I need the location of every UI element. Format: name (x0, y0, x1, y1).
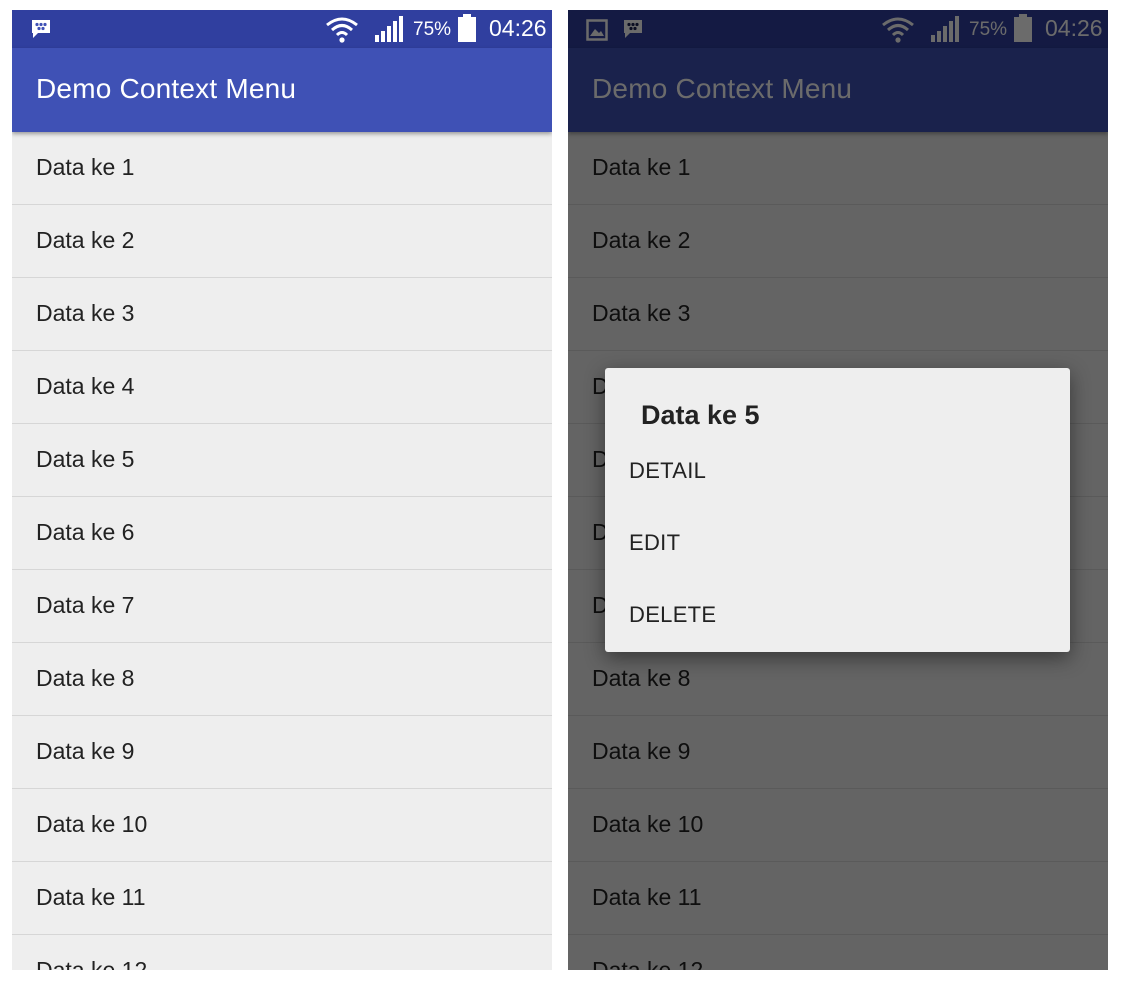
list-item[interactable]: Data ke 11 (12, 862, 552, 935)
list-item-label: Data ke 11 (36, 884, 146, 910)
context-menu-title: Data ke 5 (641, 400, 760, 430)
wifi-icon (326, 17, 358, 43)
list-item-label: Data ke 6 (36, 519, 135, 545)
list-item-label: Data ke 5 (36, 446, 135, 472)
context-menu-dialog: Data ke 5 DETAIL EDIT DELETE (605, 368, 1070, 652)
list-item-label: Data ke 3 (36, 300, 135, 326)
menu-item-delete[interactable]: DELETE (605, 580, 1070, 652)
list-item-label: Data ke 8 (36, 665, 135, 691)
list-item[interactable]: Data ke 5 (12, 424, 552, 497)
signal-icon (375, 16, 403, 42)
list-item-label: Data ke 7 (36, 592, 135, 618)
list-item-label: Data ke 1 (36, 154, 135, 180)
menu-item-label: DETAIL (629, 458, 707, 483)
list-item[interactable]: Data ke 7 (12, 570, 552, 643)
menu-item-label: EDIT (629, 530, 681, 555)
list-item[interactable]: Data ke 6 (12, 497, 552, 570)
app-bar: Demo Context Menu (12, 48, 552, 132)
list-item[interactable]: Data ke 8 (12, 643, 552, 716)
list-item[interactable]: Data ke 4 (12, 351, 552, 424)
list-item[interactable]: Data ke 2 (12, 205, 552, 278)
list-item-label: Data ke 10 (36, 811, 148, 837)
data-list[interactable]: Data ke 1 Data ke 2 Data ke 3 Data ke 4 Data… (12, 132, 552, 970)
battery-percent: 75% (413, 19, 452, 40)
list-item[interactable]: Data ke 9 (12, 716, 552, 789)
menu-item-edit[interactable]: EDIT (605, 508, 1070, 580)
menu-item-label: DELETE (629, 602, 717, 627)
status-time: 04:26 (489, 15, 547, 41)
list-item[interactable]: Data ke 10 (12, 789, 552, 862)
battery-icon (458, 14, 476, 42)
phone-screen-list: 75% 04:26 Demo Context Menu Data ke 1 Dat… (12, 10, 552, 970)
list-item-label: Data ke 9 (36, 738, 135, 764)
list-item[interactable]: Data ke 3 (12, 278, 552, 351)
list-item[interactable]: Data ke 1 (12, 132, 552, 205)
bbm-icon (32, 20, 50, 38)
menu-item-detail[interactable]: DETAIL (605, 436, 1070, 508)
list-item-label: Data ke 12 (36, 957, 148, 970)
app-title: Demo Context Menu (36, 73, 297, 104)
list-item[interactable]: Data ke 12 (12, 935, 552, 970)
phone-screen-context-menu: 75% 04:26 Demo Context Menu Data ke 1Dat… (568, 10, 1108, 970)
list-item-label: Data ke 4 (36, 373, 135, 399)
status-bar: 75% 04:26 (12, 10, 552, 48)
list-item-label: Data ke 2 (36, 227, 135, 253)
